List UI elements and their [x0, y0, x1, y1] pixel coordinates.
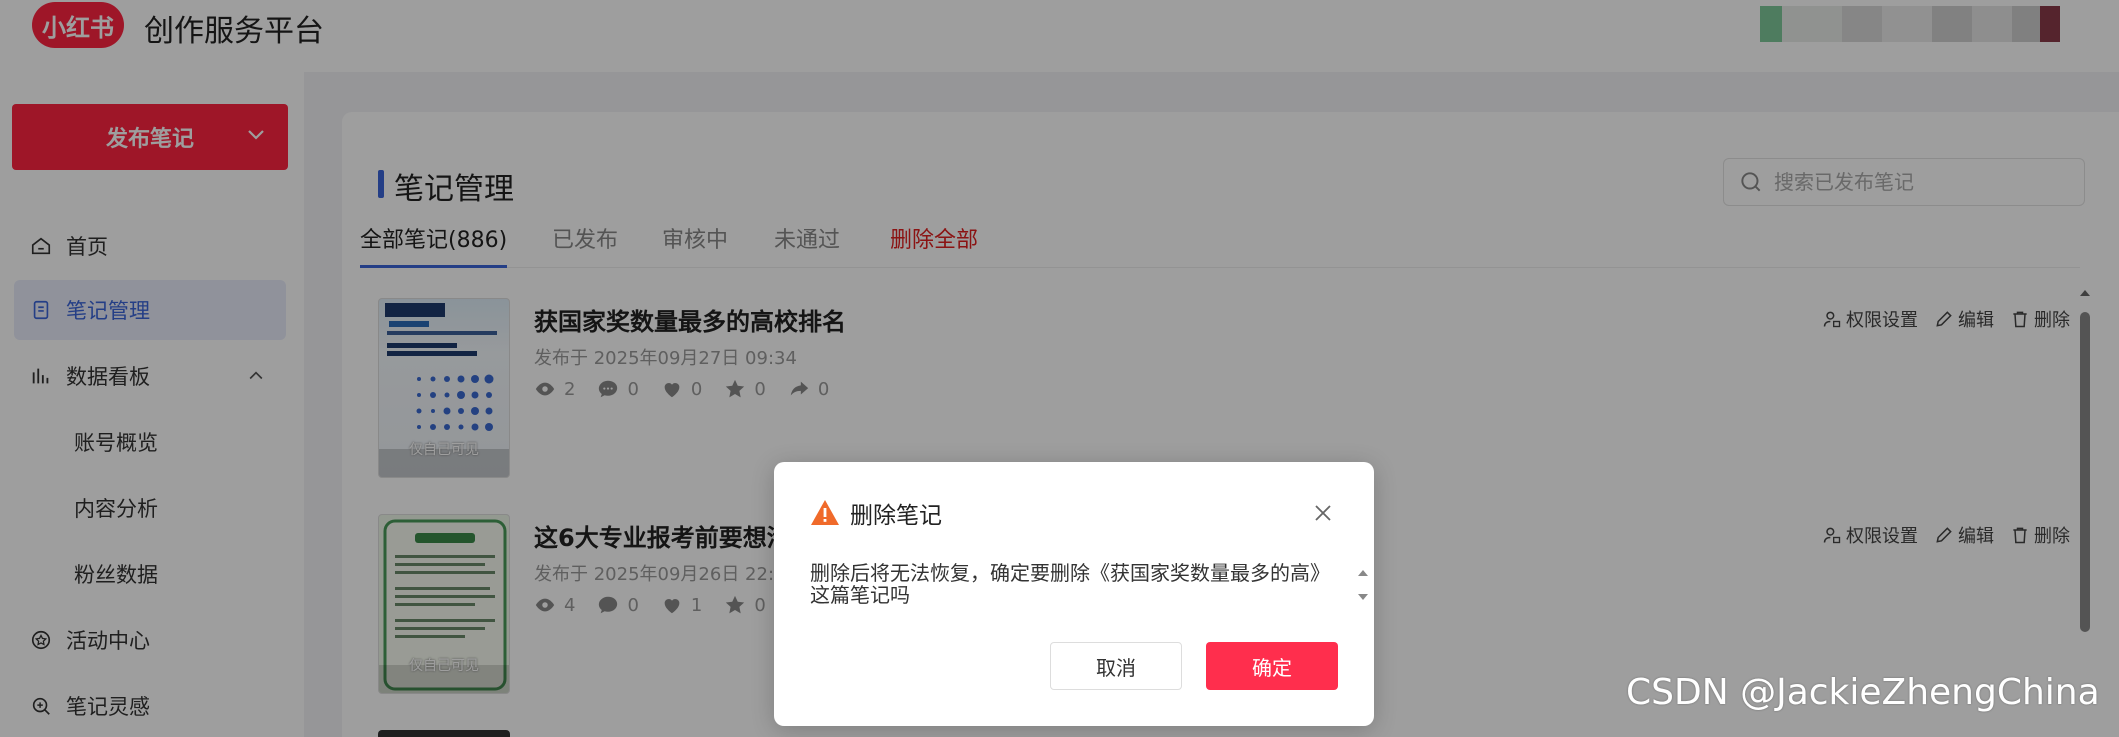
dialog-header: 删除笔记 — [810, 496, 942, 530]
dialog-scroll-arrows[interactable] — [1356, 566, 1370, 606]
dialog-title: 删除笔记 — [850, 503, 942, 529]
delete-note-dialog: 删除笔记 删除后将无法恢复，确定要删除《获国家奖数量最多的高》这篇笔记吗 取消 … — [774, 462, 1374, 726]
confirm-button[interactable]: 确定 — [1206, 642, 1338, 690]
watermark: CSDN @JackieZhengChina — [1626, 672, 2100, 713]
cancel-button[interactable]: 取消 — [1050, 642, 1182, 690]
close-icon[interactable] — [1312, 502, 1334, 524]
dialog-message: 删除后将无法恢复，确定要删除《获国家奖数量最多的高》这篇笔记吗 — [810, 561, 1320, 607]
warning-icon — [810, 498, 840, 528]
